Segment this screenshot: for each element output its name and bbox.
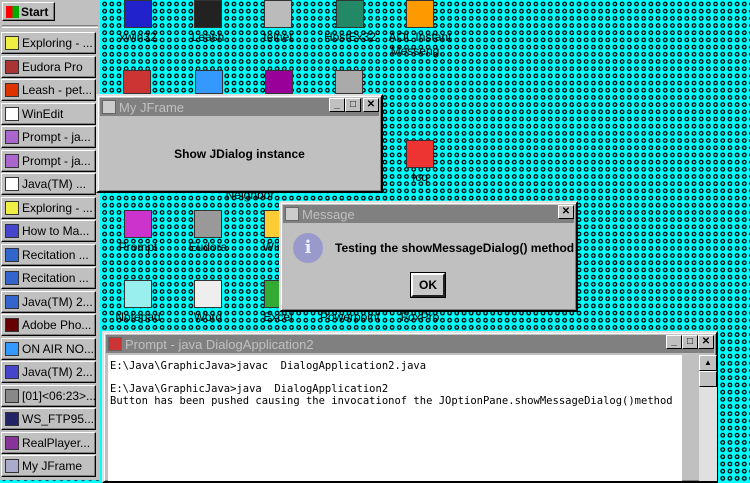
app-icon	[5, 36, 19, 50]
shortcut-icon	[124, 280, 152, 308]
ms-dos-icon	[108, 337, 122, 351]
taskbar-button[interactable]: Java(TM) ...	[1, 173, 96, 195]
information-icon: i	[293, 233, 323, 263]
taskbar-button[interactable]: My JFrame	[1, 455, 96, 477]
taskbar-button[interactable]: Adobe Pho...	[1, 314, 96, 336]
java-cup-icon	[102, 100, 116, 114]
shortcut-icon	[406, 140, 434, 168]
java-cup-icon	[285, 207, 299, 221]
message-text: Testing the showMessageDialog() method	[335, 241, 575, 255]
taskbar-button[interactable]: Exploring - ...	[1, 196, 96, 219]
console-output[interactable]: E:\Java\GraphicJava>javac DialogApplicat…	[108, 355, 682, 481]
shortcut-icon	[336, 0, 364, 28]
title-bar[interactable]: Prompt - java DialogApplication2	[106, 335, 714, 353]
desktop-icon[interactable]: Eudora	[173, 210, 243, 254]
taskbar-button[interactable]: [01]<06:23>...	[1, 384, 96, 407]
shortcut-icon	[264, 0, 292, 28]
taskbar-button[interactable]: WinEdit	[1, 102, 96, 125]
taskbar-button[interactable]: Prompt - ja...	[1, 149, 96, 172]
desktop-icon[interactable]: Icq	[385, 140, 455, 184]
taskbar-button[interactable]: Java(TM) 2...	[1, 290, 96, 313]
app-icon	[5, 318, 19, 332]
taskbar-button[interactable]: WS_FTP95...	[1, 408, 96, 430]
taskbar-button[interactable]: Recitation ...	[1, 267, 96, 289]
app-icon	[5, 247, 19, 262]
minimize-button[interactable]: _	[666, 335, 682, 349]
scroll-thumb[interactable]	[699, 371, 717, 387]
prompt-window: Prompt - java DialogApplication2 _ □ ✕ E:\…	[102, 331, 718, 483]
desktop-icon[interactable]: Leash	[173, 0, 243, 44]
desktop-icon[interactable]: AOL Instant Messeng...	[385, 0, 455, 58]
shortcut-icon	[406, 0, 434, 28]
app-icon	[5, 412, 19, 426]
taskbar-button[interactable]: Recitation ...	[1, 243, 96, 266]
desktop-shortcut-icon[interactable]	[335, 70, 363, 94]
desktop-icon[interactable]: telnet	[243, 0, 313, 44]
close-button[interactable]: ✕	[363, 98, 379, 112]
app-icon	[5, 271, 19, 285]
start-button[interactable]: Start	[2, 2, 55, 21]
ok-button[interactable]: OK	[410, 272, 446, 298]
taskbar-button[interactable]: Eudora Pro	[1, 55, 96, 78]
windows-logo-icon	[6, 5, 19, 18]
shortcut-icon	[194, 0, 222, 28]
message-dialog: Message ✕ i Testing the showMessageDialo…	[279, 201, 578, 312]
taskbar-divider	[2, 25, 98, 28]
desktop-icon[interactable]: Word	[173, 280, 243, 324]
shortcut-icon	[124, 210, 152, 238]
minimize-button[interactable]: _	[329, 98, 345, 112]
app-icon	[5, 106, 19, 121]
app-icon	[5, 224, 19, 238]
app-icon	[5, 200, 19, 215]
taskbar-button[interactable]: ON AIR NO...	[1, 337, 96, 360]
desktop-icon[interactable]: HostEx32	[315, 0, 385, 44]
scroll-up-button[interactable]: ▲	[699, 355, 717, 371]
desktop-shortcut-icon[interactable]	[195, 70, 223, 94]
title-bar[interactable]: Message	[283, 205, 574, 223]
desktop-shortcut-icon[interactable]	[123, 70, 151, 94]
vertical-scrollbar[interactable]: ▲	[699, 355, 717, 481]
app-icon	[5, 435, 19, 450]
shortcut-icon	[194, 280, 222, 308]
my-jframe-window: My JFrame _ □ ✕ Show JDialog instance	[96, 94, 383, 193]
desktop-icon[interactable]: Notepad	[103, 280, 173, 324]
taskbar-button[interactable]: Java(TM) 2...	[1, 361, 96, 383]
close-button[interactable]: ✕	[558, 205, 574, 219]
desktop-icon[interactable]: xwin32	[103, 0, 173, 44]
app-icon	[5, 83, 19, 97]
app-icon	[5, 459, 19, 473]
taskbar-button[interactable]: RealPlayer...	[1, 431, 96, 454]
taskbar-button[interactable]: How to Ma...	[1, 220, 96, 242]
desktop-icon[interactable]: Prompt	[103, 210, 173, 254]
shortcut-icon	[194, 210, 222, 238]
show-jdialog-button[interactable]: Show JDialog instance	[98, 147, 381, 161]
app-icon	[5, 365, 19, 379]
close-button[interactable]: ✕	[698, 335, 714, 349]
app-icon	[5, 341, 19, 356]
desktop-shortcut-icon[interactable]	[265, 70, 293, 94]
app-icon	[5, 388, 19, 403]
taskbar-button[interactable]: Prompt - ja...	[1, 126, 96, 148]
app-icon	[5, 294, 19, 309]
app-icon	[5, 130, 19, 144]
app-icon	[5, 177, 19, 191]
app-icon	[5, 59, 19, 74]
maximize-button[interactable]: □	[682, 335, 698, 349]
maximize-button[interactable]: □	[345, 98, 361, 112]
app-icon	[5, 153, 19, 168]
shortcut-icon	[124, 0, 152, 28]
taskbar-button[interactable]: Leash - pet...	[1, 79, 96, 101]
taskbar-button[interactable]: Exploring - ...	[1, 32, 96, 54]
taskbar: Start Exploring - ... Eudora Pro Leash - p…	[0, 0, 100, 480]
